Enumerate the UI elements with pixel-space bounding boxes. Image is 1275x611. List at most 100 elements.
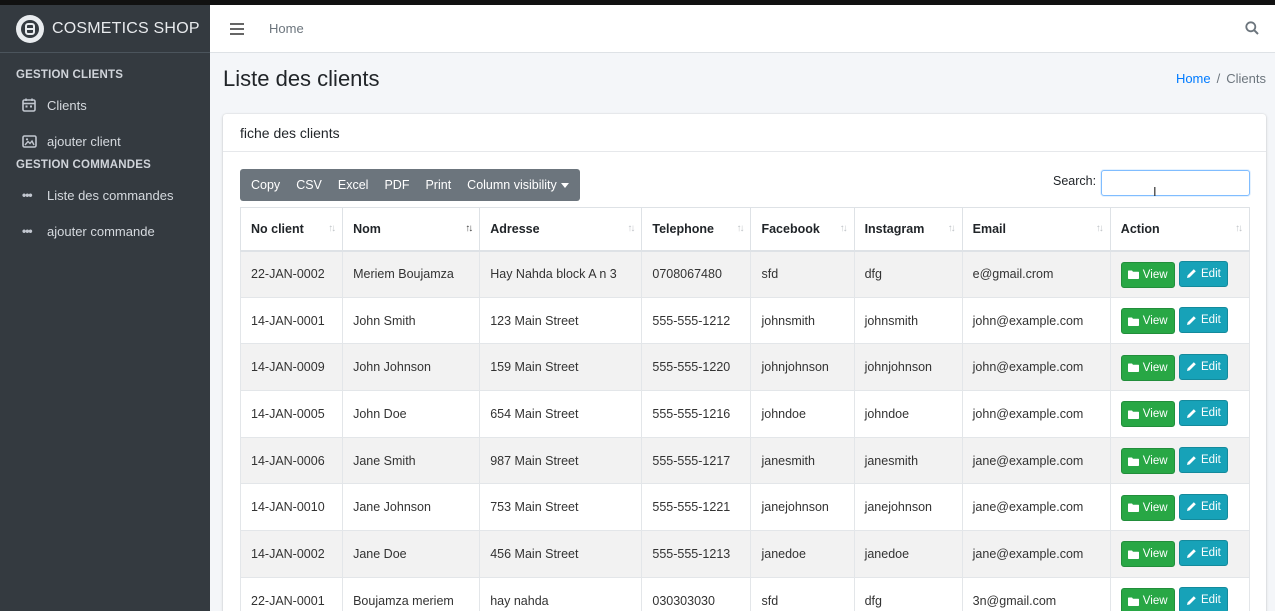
brand[interactable]: COSMETICS SHOP <box>0 5 210 53</box>
csv-button[interactable]: CSV <box>288 169 330 201</box>
edit-button[interactable]: Edit <box>1179 494 1228 520</box>
table-row: 14-JAN-0005John Doe654 Main Street555-55… <box>241 391 1250 438</box>
view-button[interactable]: View <box>1121 448 1175 474</box>
edit-button[interactable]: Edit <box>1179 307 1228 333</box>
column-header-label: Instagram <box>865 222 925 236</box>
table-cell: Boujamza meriem <box>343 577 480 611</box>
table-cell: 555-555-1212 <box>642 297 751 344</box>
view-button[interactable]: View <box>1121 355 1175 381</box>
view-button[interactable]: View <box>1121 262 1175 288</box>
nav-home-link[interactable]: Home <box>269 21 304 36</box>
table-row: 14-JAN-0010Jane Johnson753 Main Street55… <box>241 484 1250 531</box>
column-header[interactable]: Email↑↓ <box>962 208 1110 251</box>
sidebar-item-liste-commandes[interactable]: ••• Liste des commandes <box>0 177 210 213</box>
edit-button[interactable]: Edit <box>1179 261 1228 287</box>
table-cell: 159 Main Street <box>480 344 642 391</box>
sidebar-item-label: Clients <box>47 98 87 113</box>
table-cell: John Doe <box>343 391 480 438</box>
column-header[interactable]: Adresse↑↓ <box>480 208 642 251</box>
edit-button-label: Edit <box>1201 407 1221 419</box>
column-visibility-button[interactable]: Column visibility <box>459 169 580 201</box>
column-header[interactable]: Telephone↑↓ <box>642 208 751 251</box>
sidebar-item-ajouter-commande[interactable]: ••• ajouter commande <box>0 213 210 249</box>
sidebar-item-label: ajouter client <box>47 134 121 149</box>
pencil-icon <box>1186 501 1199 512</box>
table-cell: dfg <box>854 251 962 298</box>
action-cell: View Edit <box>1110 251 1249 298</box>
top-navbar: Home <box>210 5 1275 53</box>
view-button[interactable]: View <box>1121 308 1175 334</box>
folder-icon <box>1128 410 1141 419</box>
column-header-label: No client <box>251 222 304 236</box>
sidebar-item-clients[interactable]: Clients <box>0 87 210 123</box>
search-icon[interactable] <box>1245 21 1259 40</box>
sort-icon: ↑↓ <box>1235 223 1241 234</box>
sidebar-item-ajouter-client[interactable]: ajouter client <box>0 123 210 159</box>
table-cell: Hay Nahda block A n 3 <box>480 251 642 298</box>
copy-button[interactable]: Copy <box>240 169 288 201</box>
search-input[interactable] <box>1101 170 1250 196</box>
table-row: 14-JAN-0001John Smith123 Main Street555-… <box>241 297 1250 344</box>
folder-icon <box>1128 550 1141 559</box>
pdf-button[interactable]: PDF <box>376 169 417 201</box>
sort-icon: ↑↓ <box>627 223 633 234</box>
view-button[interactable]: View <box>1121 588 1175 611</box>
view-button-label: View <box>1143 362 1168 374</box>
view-button[interactable]: View <box>1121 541 1175 567</box>
action-cell: View Edit <box>1110 344 1249 391</box>
caret-down-icon <box>561 183 569 188</box>
text-cursor-icon: I <box>1153 184 1157 199</box>
table-cell: John Smith <box>343 297 480 344</box>
print-button[interactable]: Print <box>417 169 459 201</box>
table-cell: jane@example.com <box>962 437 1110 484</box>
table-body: 22-JAN-0002Meriem BoujamzaHay Nahda bloc… <box>241 251 1250 611</box>
breadcrumb-separator: / <box>1217 71 1221 86</box>
table-cell: 555-555-1220 <box>642 344 751 391</box>
dots-icon: ••• <box>22 188 40 202</box>
edit-button[interactable]: Edit <box>1179 400 1228 426</box>
edit-button-label: Edit <box>1201 547 1221 559</box>
column-header[interactable]: Action↑↓ <box>1110 208 1249 251</box>
folder-icon <box>1128 503 1141 512</box>
table-row: 14-JAN-0009John Johnson159 Main Street55… <box>241 344 1250 391</box>
edit-button[interactable]: Edit <box>1179 587 1228 611</box>
table-cell: dfg <box>854 577 962 611</box>
sort-icon: ↑↓ <box>948 223 954 234</box>
calendar-icon <box>22 98 40 112</box>
column-header[interactable]: Facebook↑↓ <box>751 208 854 251</box>
breadcrumb: Home / Clients <box>1176 71 1266 86</box>
table-cell: Jane Johnson <box>343 484 480 531</box>
menu-toggle-icon[interactable] <box>230 23 244 35</box>
folder-icon <box>1128 457 1141 466</box>
clients-table: No client↑↓Nom↑↓Adresse↑↓Telephone↑↓Face… <box>240 207 1250 611</box>
view-button-label: View <box>1143 595 1168 607</box>
card-title: fiche des clients <box>223 114 1266 152</box>
sidebar-item-label: Liste des commandes <box>47 188 173 203</box>
view-button[interactable]: View <box>1121 495 1175 521</box>
table-cell: 22-JAN-0002 <box>241 251 343 298</box>
column-header[interactable]: Nom↑↓ <box>343 208 480 251</box>
table-cell: 123 Main Street <box>480 297 642 344</box>
breadcrumb-current: Clients <box>1226 71 1266 86</box>
table-cell: john@example.com <box>962 391 1110 438</box>
column-header[interactable]: Instagram ↑↓ <box>854 208 962 251</box>
view-button[interactable]: View <box>1121 401 1175 427</box>
edit-button[interactable]: Edit <box>1179 447 1228 473</box>
excel-button[interactable]: Excel <box>330 169 377 201</box>
table-cell: 14-JAN-0002 <box>241 531 343 578</box>
action-cell: View Edit <box>1110 577 1249 611</box>
table-cell: janesmith <box>854 437 962 484</box>
table-cell: johnjohnson <box>751 344 854 391</box>
edit-button[interactable]: Edit <box>1179 354 1228 380</box>
table-cell: 14-JAN-0010 <box>241 484 343 531</box>
table-cell: johnsmith <box>854 297 962 344</box>
sort-icon: ↑↓ <box>465 223 471 234</box>
breadcrumb-home-link[interactable]: Home <box>1176 71 1211 86</box>
table-cell: johnsmith <box>751 297 854 344</box>
edit-button[interactable]: Edit <box>1179 540 1228 566</box>
column-header[interactable]: No client↑↓ <box>241 208 343 251</box>
table-cell: johndoe <box>854 391 962 438</box>
table-cell: 654 Main Street <box>480 391 642 438</box>
edit-button-label: Edit <box>1201 361 1221 373</box>
sidebar-item-label: ajouter commande <box>47 224 155 239</box>
